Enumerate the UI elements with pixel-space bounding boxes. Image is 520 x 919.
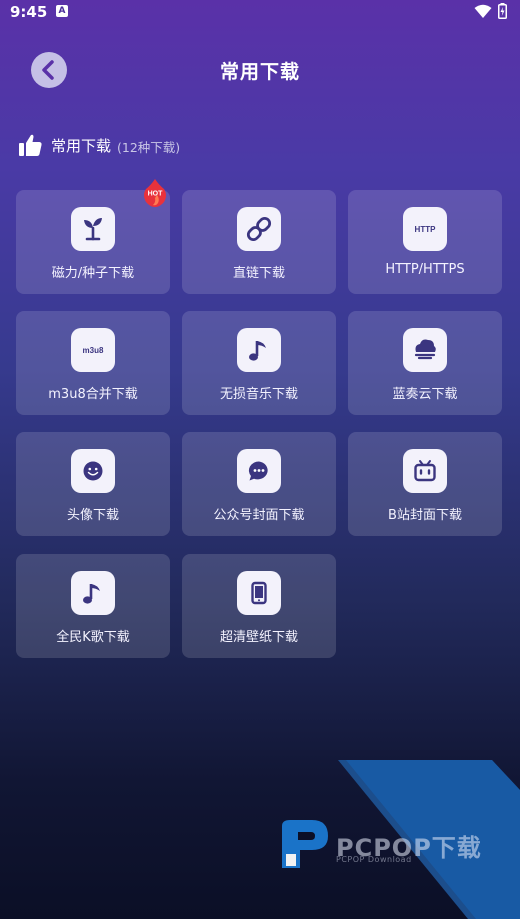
item-m3u8[interactable]: m3u8 m3u8合并下载: [16, 311, 170, 415]
item-hd-wallpaper[interactable]: 超清壁纸下载: [182, 554, 336, 658]
page-title: 常用下载: [219, 61, 300, 83]
music-note-icon: [71, 571, 115, 615]
item-bilibili-cover[interactable]: B站封面下载: [348, 432, 502, 536]
item-label: B站封面下载: [388, 508, 462, 523]
notification-a-icon: A: [56, 5, 68, 17]
music-note-icon: [237, 328, 281, 372]
item-label: 公众号封面下载: [213, 508, 305, 523]
smiley-icon: [71, 449, 115, 493]
item-lanzou-cloud[interactable]: 蓝奏云下载: [348, 311, 502, 415]
chat-bubble-icon: [237, 449, 281, 493]
item-official-account-cover[interactable]: 公众号封面下载: [182, 432, 336, 536]
item-label: m3u8合并下载: [48, 387, 138, 402]
phone-icon: [237, 571, 281, 615]
item-label: 超清壁纸下载: [219, 630, 298, 645]
item-wesing-karaoke[interactable]: 全民K歌下载: [16, 554, 170, 658]
item-magnet-torrent[interactable]: HOT 磁力/种子下载: [16, 179, 170, 294]
pcpop-logo-icon: [282, 820, 328, 868]
section-label: 常用下载: [51, 137, 112, 155]
watermark-subtext: PCPOP Download: [336, 855, 412, 864]
item-avatar[interactable]: 头像下载: [16, 432, 170, 536]
section-count: (12种下载): [117, 140, 181, 155]
item-label: 无损音乐下载: [219, 387, 298, 402]
item-label: 蓝奏云下载: [392, 387, 458, 402]
item-label: 头像下载: [66, 508, 119, 523]
hot-badge-text: HOT: [148, 191, 164, 198]
http-icon-text: HTTP: [415, 225, 437, 234]
status-time: 9:45: [10, 3, 48, 21]
thumbs-up-icon: [19, 134, 42, 156]
bilibili-tv-icon: [403, 449, 447, 493]
sprout-icon: [71, 207, 115, 251]
m3u8-icon-text: m3u8: [83, 346, 104, 355]
hot-badge: HOT: [144, 179, 166, 207]
item-lossless-music[interactable]: 无损音乐下载: [182, 311, 336, 415]
status-bar: 9:45 A: [0, 0, 520, 24]
item-label: 磁力/种子下载: [51, 266, 135, 281]
cloud-icon: [403, 328, 447, 372]
item-label: 直链下载: [232, 266, 285, 281]
item-http-https[interactable]: HTTP HTTP/HTTPS: [348, 190, 502, 294]
link-icon: [237, 207, 281, 251]
http-icon: HTTP: [403, 207, 447, 251]
item-direct-link[interactable]: 直链下载: [182, 190, 336, 294]
item-label: 全民K歌下载: [56, 630, 130, 645]
battery-icon: [498, 3, 507, 19]
m3u8-icon: m3u8: [71, 328, 115, 372]
wifi-icon: [474, 4, 492, 18]
item-label: HTTP/HTTPS: [385, 262, 465, 277]
